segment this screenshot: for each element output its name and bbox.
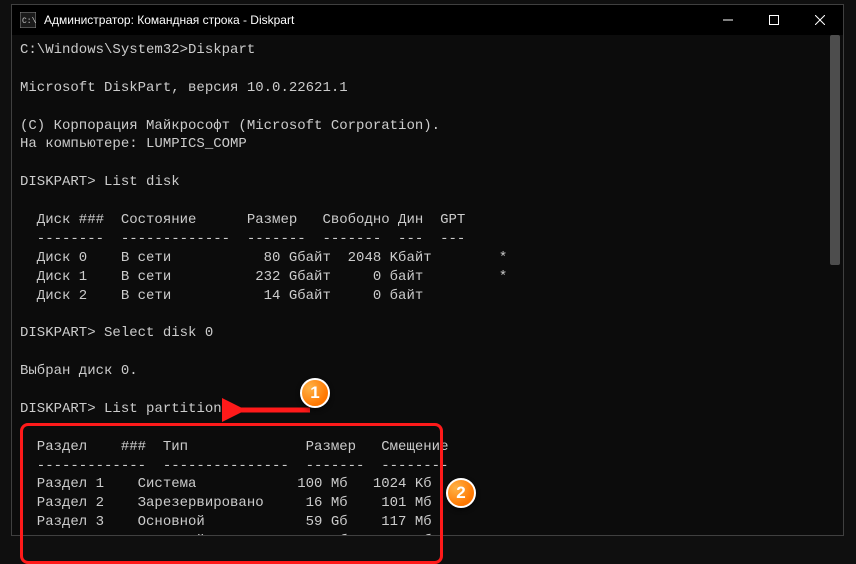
part-row: Раздел 1 Система 100 Mб 1024 Kб (20, 476, 432, 492)
minimize-button[interactable] (705, 5, 751, 35)
terminal-output[interactable]: C:\Windows\System32>Diskpart Microsoft D… (12, 35, 843, 535)
copyright-line: (C) Корпорация Майкрософт (Microsoft Cor… (20, 118, 440, 134)
disk-row: Диск 2 В сети 14 Gбайт 0 байт (20, 288, 423, 304)
selected-line: Выбран диск 0. (20, 363, 138, 379)
part-row: Раздел 4 Основной 19 Gб 59 Gб (20, 533, 432, 535)
window-title: Администратор: Командная строка - Diskpa… (44, 13, 294, 27)
part-divider: ------------- --------------- ------- --… (20, 458, 448, 474)
cmd-diskpart: Diskpart (188, 42, 255, 58)
prompt-diskpart: DISKPART> (20, 325, 96, 341)
prompt-diskpart: DISKPART> (20, 401, 96, 417)
titlebar[interactable]: C:\ Администратор: Командная строка - Di… (12, 5, 843, 35)
computer-line: На компьютере: LUMPICS_COMP (20, 136, 247, 152)
cmd-list-partition: List partition (104, 401, 222, 417)
disk-row: Диск 1 В сети 232 Gбайт 0 байт * (20, 269, 507, 285)
cmd-list-disk: List disk (104, 174, 180, 190)
prompt-diskpart: DISKPART> (20, 174, 96, 190)
close-button[interactable] (797, 5, 843, 35)
cmd-icon: C:\ (20, 12, 36, 28)
cmd-select-disk: Select disk 0 (104, 325, 213, 341)
version-line: Microsoft DiskPart, версия 10.0.22621.1 (20, 80, 348, 96)
maximize-button[interactable] (751, 5, 797, 35)
disk-header: Диск ### Состояние Размер Свободно Дин G… (20, 212, 465, 228)
prompt-path: C:\Windows\System32> (20, 42, 188, 58)
part-header: Раздел ### Тип Размер Смещение (20, 439, 448, 455)
part-row: Раздел 3 Основной 59 Gб 117 Mб (20, 514, 432, 530)
scrollbar-thumb[interactable] (830, 35, 840, 265)
svg-text:C:\: C:\ (22, 17, 36, 26)
part-row: Раздел 2 Зарезервировано 16 Mб 101 Mб (20, 495, 432, 511)
disk-divider: -------- ------------- ------- ------- -… (20, 231, 465, 247)
console-window: C:\ Администратор: Командная строка - Di… (11, 4, 844, 536)
disk-row: Диск 0 В сети 80 Gбайт 2048 Kбайт * (20, 250, 507, 266)
vertical-scrollbar[interactable] (827, 35, 843, 535)
